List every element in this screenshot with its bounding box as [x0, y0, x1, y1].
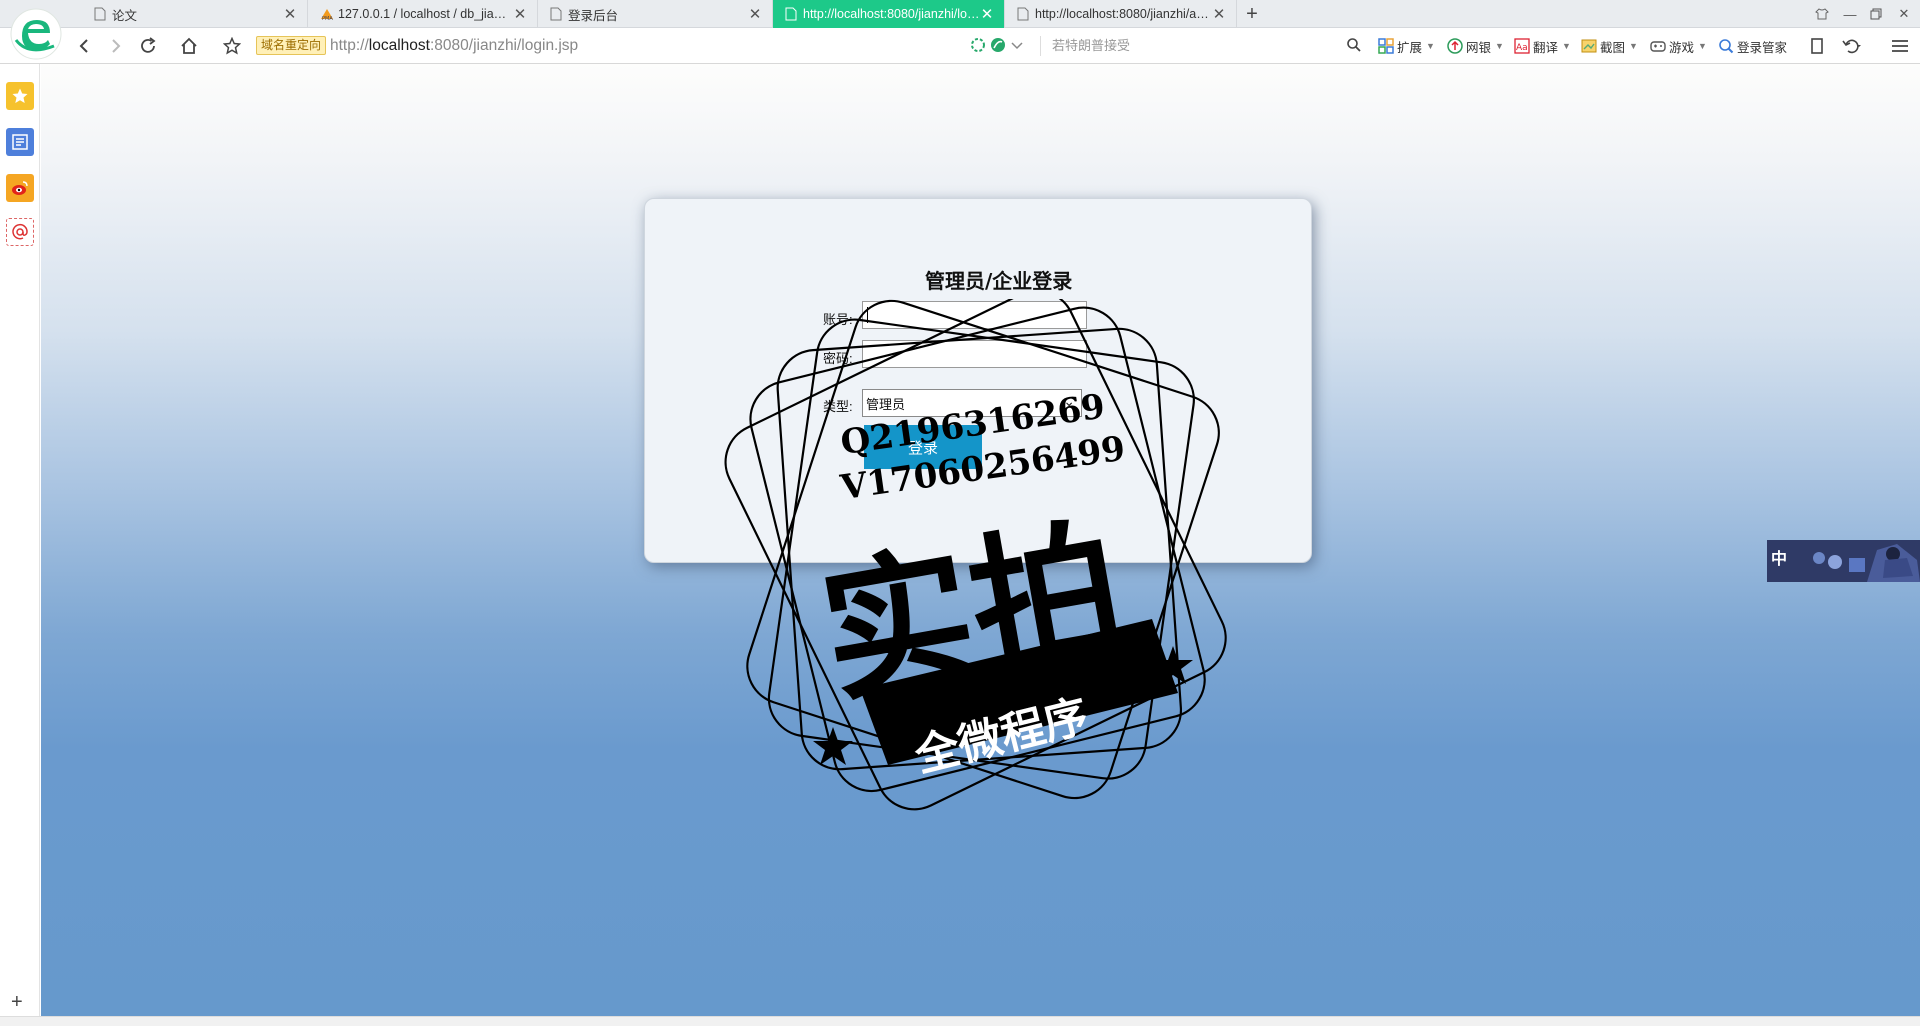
- security-icons: [970, 37, 1024, 53]
- undo-icon[interactable]: [1838, 32, 1866, 60]
- secure-shield-icon: [971, 38, 985, 52]
- watermark-ribbon: [860, 619, 1178, 765]
- reload-button[interactable]: [134, 32, 162, 60]
- account-label: 账号:: [823, 312, 853, 327]
- extensions-icon: [1378, 38, 1394, 54]
- screenshot-icon: [1581, 39, 1597, 53]
- extension-label: 翻译: [1533, 40, 1559, 55]
- close-icon[interactable]: ✕: [1212, 5, 1226, 23]
- star-icon: [813, 727, 853, 765]
- new-tab-button[interactable]: +: [1242, 2, 1262, 26]
- chevron-down-icon: ⌄: [1063, 393, 1075, 409]
- login-manager-button[interactable]: 登录管家: [1718, 35, 1787, 57]
- tab-label: 127.0.0.1 / localhost / db_jianzhi: [338, 7, 513, 21]
- star-icon: [1153, 646, 1193, 684]
- bank-button[interactable]: 网银 ▼: [1447, 35, 1504, 57]
- restore-icon[interactable]: [1862, 0, 1890, 28]
- tab-phpmyadmin[interactable]: PMA 127.0.0.1 / localhost / db_jianzhi ✕: [308, 0, 538, 28]
- status-bar: [0, 1016, 1920, 1026]
- type-label: 类型:: [823, 399, 853, 414]
- url-field[interactable]: http://localhost:8080/jianzhi/login.jsp: [330, 36, 578, 56]
- extension-label: 扩展: [1397, 40, 1423, 55]
- tab-admin[interactable]: http://localhost:8080/jianzhi/admin ✕: [1005, 0, 1237, 28]
- forward-button[interactable]: [102, 32, 130, 60]
- close-icon[interactable]: ✕: [513, 5, 527, 23]
- bank-icon: [1447, 38, 1463, 54]
- game-icon: [1650, 41, 1666, 52]
- home-button[interactable]: [175, 32, 203, 60]
- address-bar: 域名重定向 http://localhost:8080/jianzhi/logi…: [0, 28, 1920, 64]
- login-manager-icon: [1719, 39, 1734, 54]
- extensions-button[interactable]: 扩展 ▼: [1378, 35, 1435, 57]
- minimize-icon[interactable]: —: [1836, 0, 1864, 28]
- extension-label: 截图: [1600, 40, 1626, 55]
- sidebar: +: [0, 64, 40, 1016]
- float-widget-label: 中: [1771, 549, 1788, 568]
- text-cursor: [867, 307, 868, 323]
- tab-login-backend[interactable]: 登录后台 ✕: [538, 0, 773, 28]
- add-sidebar-button[interactable]: +: [11, 992, 23, 1012]
- tab-label: http://localhost:8080/jianzhi/admin: [1035, 7, 1212, 21]
- floating-game-widget[interactable]: 中: [1767, 540, 1920, 582]
- account-input[interactable]: [862, 301, 1087, 329]
- leaf-icon: [991, 38, 1005, 52]
- svg-text:PMA: PMA: [322, 16, 333, 21]
- close-icon[interactable]: ✕: [748, 5, 762, 23]
- search-icon[interactable]: [1346, 37, 1362, 56]
- menu-icon[interactable]: [1886, 32, 1914, 60]
- extension-label: 网银: [1466, 40, 1492, 55]
- extension-label: 游戏: [1669, 40, 1695, 55]
- url-scheme: http://: [330, 37, 369, 54]
- translate-icon: Aa: [1514, 38, 1530, 54]
- close-icon[interactable]: ✕: [283, 5, 297, 23]
- tab-label: 登录后台: [568, 8, 619, 23]
- page-icon: [94, 7, 106, 21]
- screenshot-button[interactable]: 截图 ▼: [1581, 35, 1638, 57]
- game-button[interactable]: 游戏 ▼: [1650, 35, 1707, 57]
- weibo-icon[interactable]: [6, 174, 34, 202]
- translate-button[interactable]: Aa 翻译 ▼: [1514, 35, 1571, 57]
- page-icon: [550, 7, 562, 21]
- tab-label: 论文: [112, 8, 138, 23]
- back-button[interactable]: [70, 32, 98, 60]
- chevron-down-icon: [1011, 42, 1023, 50]
- extension-label: 登录管家: [1737, 40, 1788, 55]
- page-content: 管理员/企业登录 账号: 密码: 类型: 管理员 ⌄ 登录 Q219631626…: [41, 64, 1920, 1016]
- favorites-icon[interactable]: [6, 82, 34, 110]
- phpmyadmin-icon: PMA: [320, 7, 333, 22]
- close-icon[interactable]: ✕: [980, 5, 994, 23]
- url-path: :8080/jianzhi/login.jsp: [429, 37, 579, 54]
- tab-bar: 论文 ✕ PMA 127.0.0.1 / localhost / db_jian…: [0, 0, 1920, 28]
- svg-text:Aa: Aa: [1516, 43, 1528, 53]
- login-card: 管理员/企业登录 账号: 密码: 类型: 管理员 ⌄ 登录: [644, 198, 1312, 563]
- page-icon: [1017, 7, 1029, 21]
- type-select[interactable]: 管理员 ⌄: [862, 389, 1082, 417]
- close-window-icon[interactable]: ✕: [1890, 0, 1918, 28]
- type-selected: 管理员: [866, 397, 906, 412]
- bookmark-star-button[interactable]: [218, 32, 246, 60]
- search-input[interactable]: 若特朗普接受: [1052, 36, 1130, 56]
- divider: [1040, 36, 1041, 56]
- tab-label: http://localhost:8080/jianzhi/login.jsp: [803, 7, 980, 21]
- redirect-badge[interactable]: 域名重定向: [256, 36, 327, 55]
- login-button[interactable]: 登录: [864, 425, 982, 469]
- password-label: 密码:: [823, 351, 853, 366]
- skin-icon[interactable]: [1808, 0, 1836, 28]
- tab-lunwen[interactable]: 论文 ✕: [82, 0, 308, 28]
- url-host: localhost: [368, 37, 430, 54]
- mail-icon[interactable]: [6, 218, 34, 246]
- reading-mode-icon[interactable]: [1803, 32, 1831, 60]
- password-input[interactable]: [862, 340, 1087, 368]
- reading-list-icon[interactable]: [6, 128, 34, 156]
- browser-logo: [8, 6, 64, 62]
- login-title: 管理员/企业登录: [925, 269, 1073, 293]
- tab-login-jsp[interactable]: http://localhost:8080/jianzhi/login.jsp …: [773, 0, 1005, 28]
- watermark-ribbon-text: 全微程序: [909, 690, 1093, 782]
- page-icon: [785, 7, 797, 21]
